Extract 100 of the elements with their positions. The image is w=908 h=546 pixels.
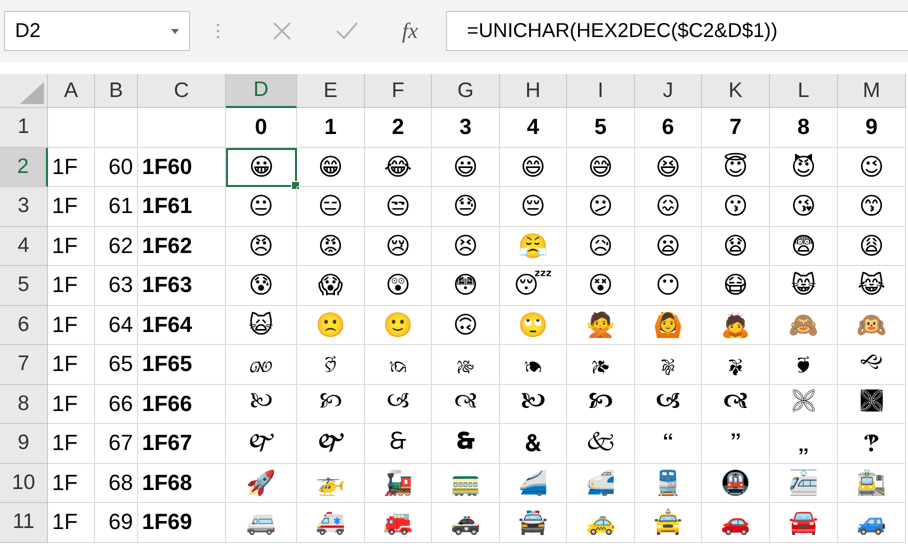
table-cell: 🙔 [500, 345, 567, 384]
table-cell: 63 [95, 266, 138, 306]
table-cell: 🚕 [567, 503, 635, 542]
column-header[interactable]: K [702, 74, 770, 108]
table-cell: 😰 [226, 266, 297, 306]
table-cell: 2 [365, 108, 432, 148]
table-cell: 🙤 [500, 384, 567, 424]
table-cell: 😇 [702, 148, 770, 187]
table-cell: 😹 [838, 266, 906, 306]
table-cell: 🙲 [365, 424, 432, 464]
cancel-icon[interactable] [272, 21, 292, 41]
table-cell: 🚉 [838, 464, 906, 503]
table-cell: 🙙 [838, 345, 906, 384]
row-header[interactable]: 3 [0, 187, 48, 226]
table-cell: 6 [635, 108, 702, 148]
caret-icon[interactable] [171, 28, 179, 34]
row-header[interactable]: 8 [0, 384, 48, 424]
table-cell: 61 [95, 187, 138, 226]
table-cell: 🙨 [770, 384, 838, 424]
table-cell: 🚖 [635, 503, 702, 542]
column-header[interactable]: H [500, 74, 567, 108]
column-header[interactable]: L [770, 74, 838, 108]
table-cell: 1F62 [138, 226, 226, 266]
table-cell: 😈 [770, 148, 838, 187]
formula-field[interactable]: =UNICHAR(HEX2DEC($C2&D$1)) [446, 11, 908, 51]
column-header[interactable]: G [432, 74, 500, 108]
table-cell: 🙶 [635, 424, 702, 464]
table-cell: 😡 [297, 226, 365, 266]
column-header[interactable]: I [567, 74, 635, 108]
table-cell: 🚇 [702, 464, 770, 503]
table-cell: 1F67 [138, 424, 226, 464]
table-cell: 🚂 [365, 464, 432, 503]
row-header[interactable]: 4 [0, 226, 48, 266]
table-cell: 🙓 [432, 345, 500, 384]
table-cell: 1F61 [138, 187, 226, 226]
table-cell: 😸 [770, 266, 838, 306]
table-cell: 62 [95, 226, 138, 266]
row-header[interactable]: 9 [0, 424, 48, 464]
table-cell: 😵 [567, 266, 635, 306]
table-cell: 😁 [297, 148, 365, 187]
table-cell: 🙸 [770, 424, 838, 464]
name-box[interactable]: D2 [4, 11, 190, 51]
table-cell: 9 [838, 108, 906, 148]
fill-handle[interactable] [291, 181, 300, 190]
column-header[interactable]: D [226, 74, 297, 108]
table-cell: 1F [48, 424, 95, 464]
table-cell: 🙘 [770, 345, 838, 384]
row-header[interactable]: 11 [0, 503, 48, 542]
table-cell: 1F [48, 384, 95, 424]
enter-icon[interactable] [336, 22, 358, 40]
table-cell: 60 [95, 148, 138, 187]
table-cell: 😱 [297, 266, 365, 306]
table-cell: 🙖 [635, 345, 702, 384]
table-cell: 😓 [432, 187, 500, 226]
table-cell: 1 [297, 108, 365, 148]
table-cell: 5 [567, 108, 635, 148]
table-cell: 1F [48, 148, 95, 187]
table-cell: 🙕 [567, 345, 635, 384]
table-cell: 🙳 [432, 424, 500, 464]
grip-icon [216, 23, 220, 39]
row-header[interactable]: 7 [0, 345, 48, 384]
row-header[interactable]: 6 [0, 306, 48, 345]
table-cell: 😂 [365, 148, 432, 187]
table-cell: 😒 [365, 187, 432, 226]
table-cell: 1F68 [138, 464, 226, 503]
table-cell: 🙃 [432, 306, 500, 345]
column-header[interactable]: A [48, 74, 95, 108]
table-cell: 🚓 [432, 503, 500, 542]
table-cell: 😖 [635, 187, 702, 226]
column-header[interactable]: M [838, 74, 906, 108]
row-header[interactable]: 1 [0, 108, 48, 148]
column-header[interactable]: J [635, 74, 702, 108]
row-header[interactable]: 10 [0, 464, 48, 503]
table-cell: 1F66 [138, 384, 226, 424]
column-header[interactable]: C [138, 74, 226, 108]
row-header[interactable]: 2 [0, 148, 48, 187]
table-cell: 🙰 [226, 424, 297, 464]
table-cell: 🚑 [297, 503, 365, 542]
column-header[interactable]: E [297, 74, 365, 108]
table-cell: 🚈 [770, 464, 838, 503]
table-cell: 🙅 [567, 306, 635, 345]
select-all-button[interactable] [0, 74, 48, 108]
table-cell: 😗 [702, 187, 770, 226]
column-header[interactable]: B [95, 74, 138, 108]
table-cell: 😕 [567, 187, 635, 226]
table-cell: 🙩 [838, 384, 906, 424]
table-cell: 1F60 [138, 148, 226, 187]
table-cell: 🙢 [365, 384, 432, 424]
column-header[interactable]: F [365, 74, 432, 108]
table-cell: 1F [48, 187, 95, 226]
table-cell: 🙗 [702, 345, 770, 384]
table-cell: 🙹 [838, 424, 906, 464]
table-cell: 1F [48, 226, 95, 266]
row-header[interactable]: 5 [0, 266, 48, 306]
table-cell: 😔 [500, 187, 567, 226]
insert-function-button[interactable]: fx [402, 18, 418, 44]
empty-cell [95, 108, 138, 148]
table-cell: 😀 [226, 148, 297, 187]
table-cell: 😤 [500, 226, 567, 266]
table-cell: 🚅 [567, 464, 635, 503]
